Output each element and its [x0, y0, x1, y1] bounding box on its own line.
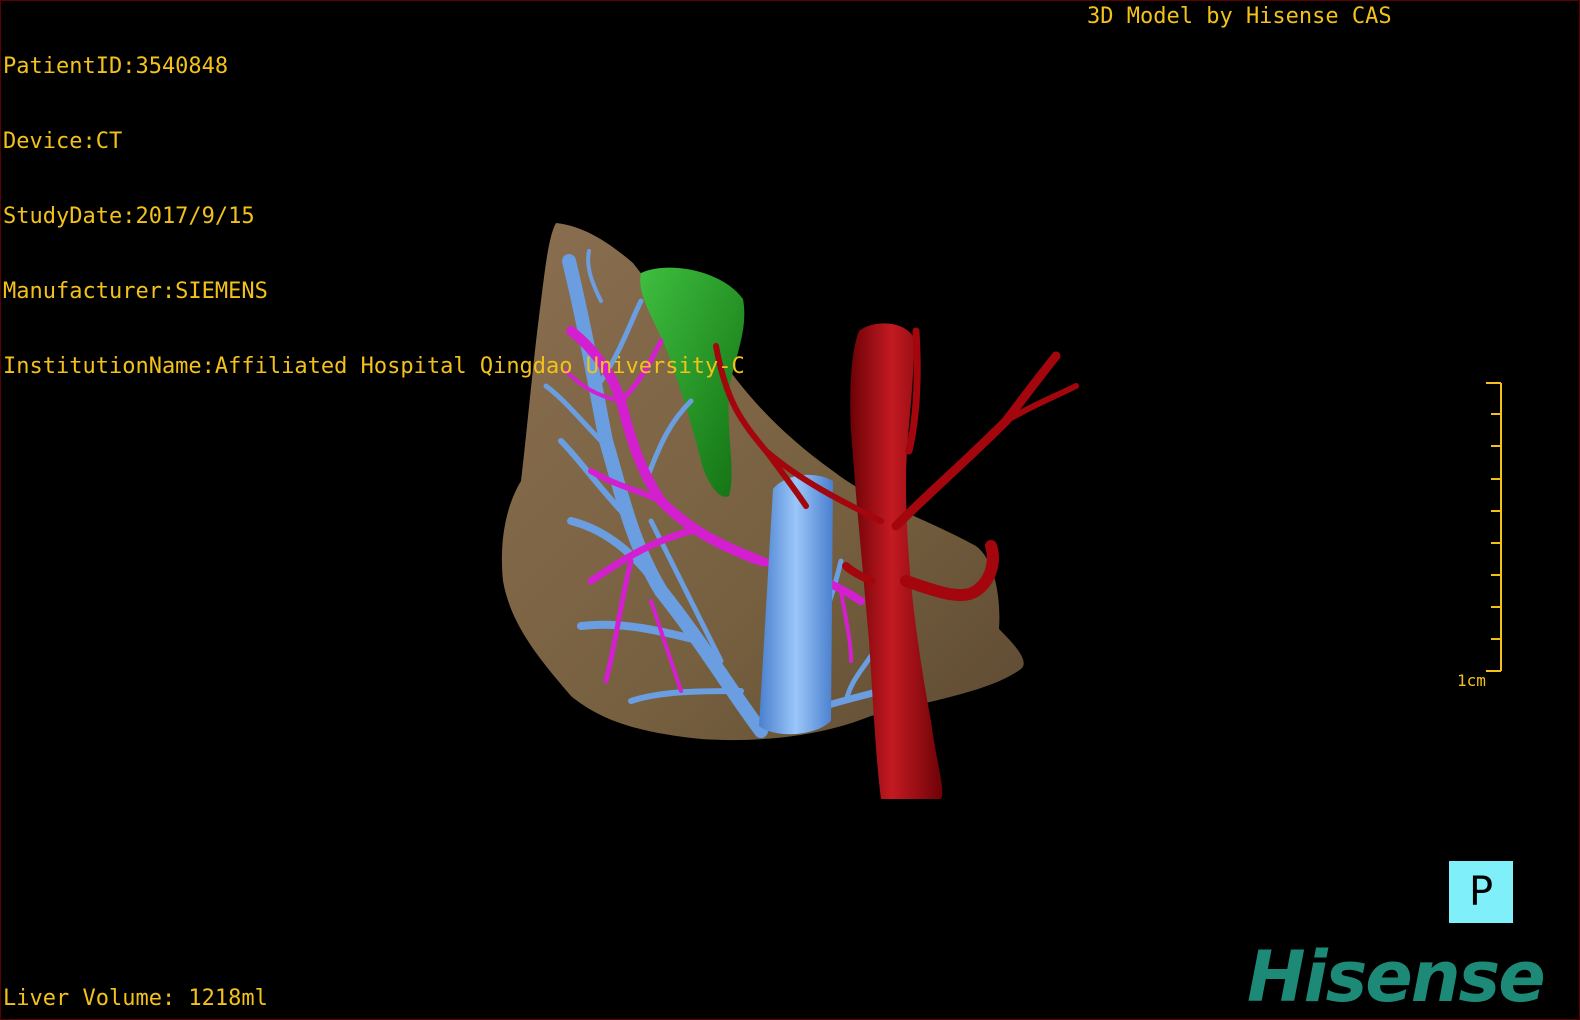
scale-bar: [1486, 382, 1502, 672]
orientation-indicator-button[interactable]: P: [1449, 861, 1513, 923]
institution-text: InstitutionName:Affiliated Hospital Qing…: [3, 354, 745, 379]
hisense-logo: Hisense: [1247, 936, 1546, 1018]
orientation-label: P: [1468, 869, 1494, 915]
model-credit-text: 3D Model by Hisense CAS: [1087, 4, 1392, 29]
study-date-text: StudyDate:2017/9/15: [3, 204, 255, 229]
patient-info-block: PatientID:3540848 Device:CT StudyDate:20…: [3, 4, 745, 429]
render-viewport[interactable]: PatientID:3540848 Device:CT StudyDate:20…: [0, 0, 1580, 1020]
device-text: Device:CT: [3, 129, 123, 154]
patient-id-text: PatientID:3540848: [3, 54, 229, 79]
liver-volume-text: Liver Volume: 1218ml: [3, 986, 268, 1011]
scale-bar-label: 1cm: [1457, 671, 1486, 690]
manufacturer-text: Manufacturer:SIEMENS: [3, 279, 268, 304]
